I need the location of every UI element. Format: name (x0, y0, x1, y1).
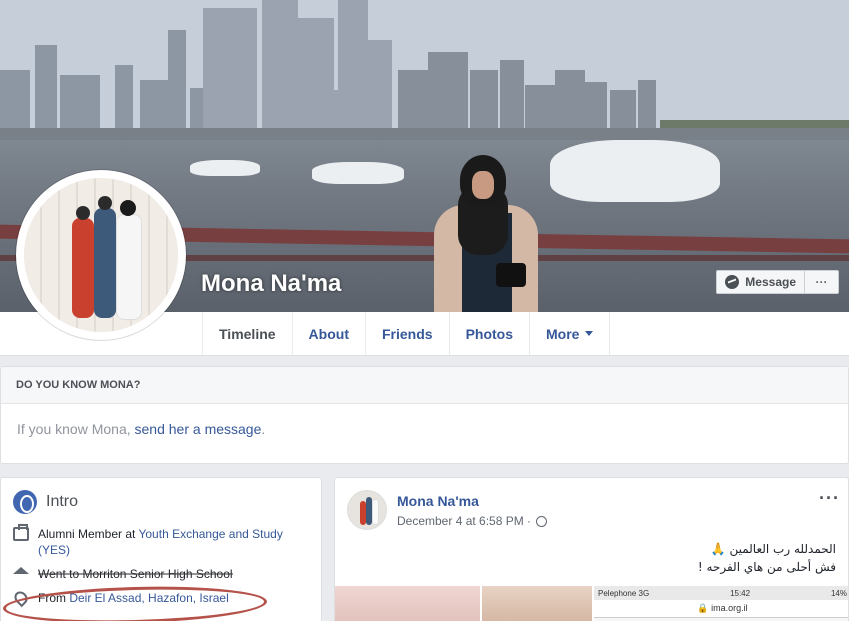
boat (312, 162, 404, 184)
intro-work-prefix: Alumni Member at (38, 527, 139, 541)
phone-carrier: Pelephone 3G (598, 588, 650, 598)
profile-picture[interactable] (16, 170, 186, 340)
cover-actions: Message ··· (716, 270, 839, 294)
post-text: الحمدلله رب العالمين 🙏 فش أحلى من هاي ال… (698, 540, 836, 576)
tab-more[interactable]: More (530, 312, 611, 355)
graduation-cap-icon (13, 567, 29, 574)
audience-globe-icon[interactable] (536, 515, 548, 527)
intro-title: Intro (46, 493, 79, 510)
post-author-name[interactable]: Mona Na'ma (397, 493, 479, 509)
tab-label: More (546, 325, 580, 342)
send-message-link[interactable]: send her a message (135, 421, 262, 437)
tab-friends[interactable]: Friends (366, 312, 450, 355)
tab-label: Friends (381, 325, 433, 342)
post-photos: Pelephone 3G 15:42 14% 🔒 ima.org.il (335, 586, 848, 621)
more-options-button[interactable]: ··· (805, 270, 839, 294)
city-skyline (0, 0, 849, 140)
post-meta: December 4 at 6:58 PM · (397, 514, 548, 528)
post-photo-screenshot[interactable]: Pelephone 3G 15:42 14% 🔒 ima.org.il (594, 586, 848, 621)
tab-about[interactable]: About (293, 312, 366, 355)
card-text: If you know Mona, (17, 421, 135, 437)
tab-label: Photos (465, 325, 514, 342)
post-options-button[interactable]: ··· (819, 488, 840, 509)
card-heading: DO YOU KNOW MONA? (1, 367, 848, 404)
card-text-end: . (261, 421, 266, 437)
messenger-icon (725, 275, 740, 289)
message-button-label: Message (745, 275, 796, 289)
intro-header: Intro (1, 478, 321, 526)
boat (190, 160, 260, 176)
do-you-know-card: DO YOU KNOW MONA? If you know Mona, send… (0, 366, 849, 464)
tab-timeline[interactable]: Timeline (203, 312, 293, 355)
tab-label: Timeline (219, 325, 276, 342)
timeline-post: Mona Na'ma December 4 at 6:58 PM · ··· ا… (334, 477, 849, 621)
tab-photos[interactable]: Photos (450, 312, 531, 355)
post-text-line: فش أحلى من هاي الفرحه ! (697, 560, 836, 574)
card-body: If you know Mona, send her a message. (1, 404, 848, 454)
message-button[interactable]: Message (716, 270, 805, 294)
post-author-avatar[interactable] (347, 490, 387, 530)
post-timestamp[interactable]: December 4 at 6:58 PM · (397, 514, 531, 528)
intro-education-text: Went to Morriton Senior High School (38, 567, 233, 581)
post-photo[interactable] (482, 586, 593, 621)
post-text-line: الحمدلله رب العالمين 🙏 (710, 542, 836, 556)
post-photo[interactable] (335, 586, 481, 621)
more-dots-icon: ··· (815, 275, 828, 289)
camera-icon (496, 263, 526, 287)
dropdown-arrow-icon (585, 331, 594, 336)
profile-tabs: Timeline About Friends Photos More (202, 312, 611, 355)
profile-name[interactable]: Mona Na'ma (201, 270, 341, 298)
globe-icon (13, 490, 37, 514)
intro-education-row: Went to Morriton Senior High School (1, 566, 321, 582)
phone-status-bar: Pelephone 3G 15:42 14% (594, 586, 848, 600)
yacht (550, 140, 720, 202)
phone-url-bar: 🔒 ima.org.il (594, 600, 848, 618)
briefcase-icon (13, 524, 29, 541)
phone-time: 15:42 (730, 588, 751, 598)
phone-battery: 14% (830, 588, 847, 598)
cover-person (430, 155, 540, 312)
intro-work-text: Alumni Member at Youth Exchange and Stud… (38, 526, 309, 558)
tab-label: About (308, 325, 349, 342)
intro-work-row: Alumni Member at Youth Exchange and Stud… (1, 524, 321, 558)
